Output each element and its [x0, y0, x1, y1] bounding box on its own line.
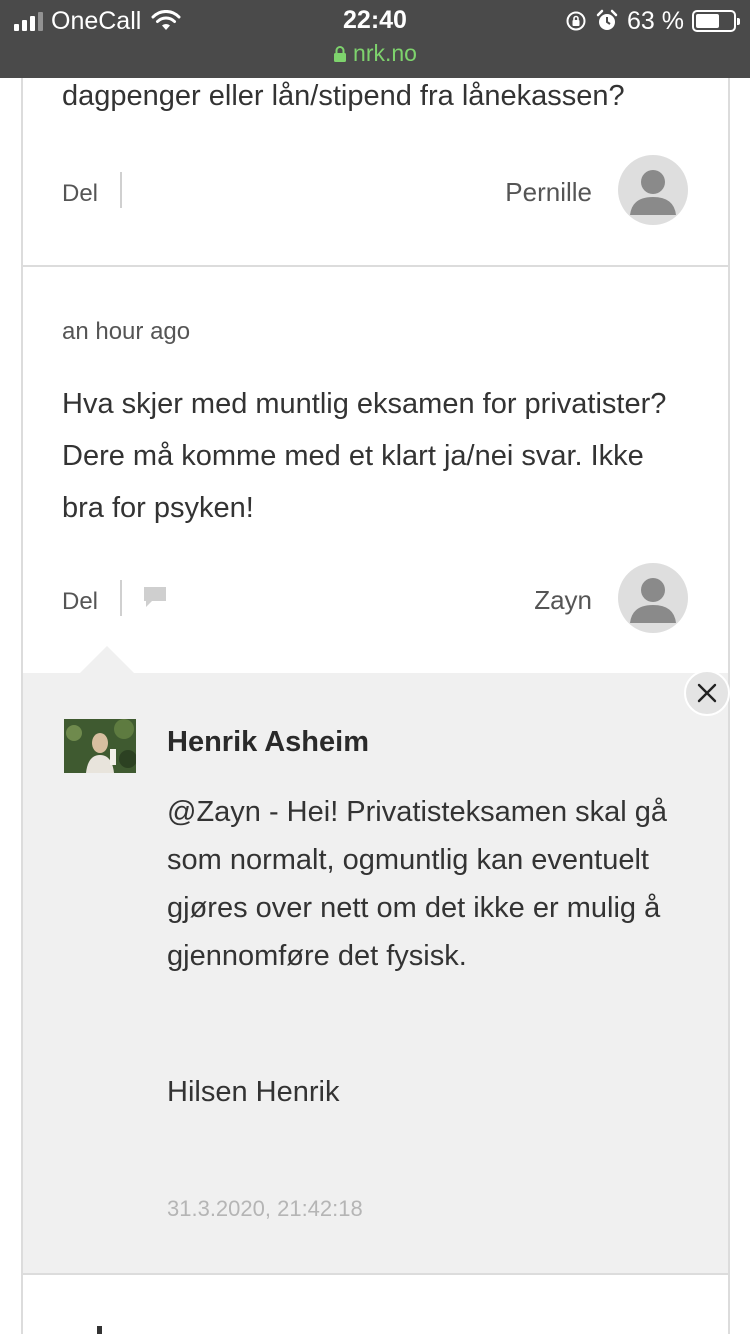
reply-author-photo[interactable] — [64, 719, 136, 773]
comment-timestamp: an hour ago — [62, 318, 191, 345]
avatar[interactable] — [618, 563, 688, 633]
status-bar: OneCall 22:40 nrk.no 63 % — [0, 0, 750, 78]
reply-author[interactable]: Henrik Asheim — [167, 726, 369, 759]
reply-pointer — [79, 646, 135, 674]
share-button[interactable]: Del — [62, 180, 98, 208]
rotation-lock-icon — [566, 11, 586, 31]
reply-bubble-icon[interactable] — [142, 585, 168, 609]
avatar[interactable] — [618, 155, 688, 225]
next-comment-fragment — [97, 1326, 102, 1334]
url-text: nrk.no — [353, 40, 417, 66]
divider — [120, 580, 122, 616]
comment-author[interactable]: Pernille — [440, 177, 592, 208]
battery-percent: 63 % — [627, 6, 684, 35]
close-icon — [697, 683, 717, 703]
comment-text-fragment: dagpenger eller lån/stipend fra lånekass… — [62, 80, 625, 112]
status-right: 63 % — [565, 6, 740, 36]
divider — [21, 1273, 730, 1275]
comment-author[interactable]: Zayn — [440, 585, 592, 616]
portrait-image — [64, 719, 136, 773]
reply-date: 31.3.2020, 21:42:18 — [167, 1196, 363, 1221]
close-button[interactable] — [684, 670, 730, 716]
share-button[interactable]: Del — [62, 588, 98, 616]
reply-text: @Zayn - Hei! Privatisteksamen skal gå so… — [167, 796, 668, 972]
battery-icon — [692, 10, 740, 32]
lock-icon — [334, 46, 347, 62]
reply-signature: Hilsen Henrik — [167, 1076, 340, 1108]
comment-text: Hva skjer med muntlig eksamen for privat… — [62, 388, 667, 524]
divider — [120, 172, 122, 208]
user-placeholder-icon — [630, 170, 676, 215]
url-bar[interactable]: nrk.no — [0, 40, 750, 67]
divider — [21, 265, 730, 267]
alarm-icon — [596, 9, 618, 30]
user-placeholder-icon — [630, 578, 676, 623]
